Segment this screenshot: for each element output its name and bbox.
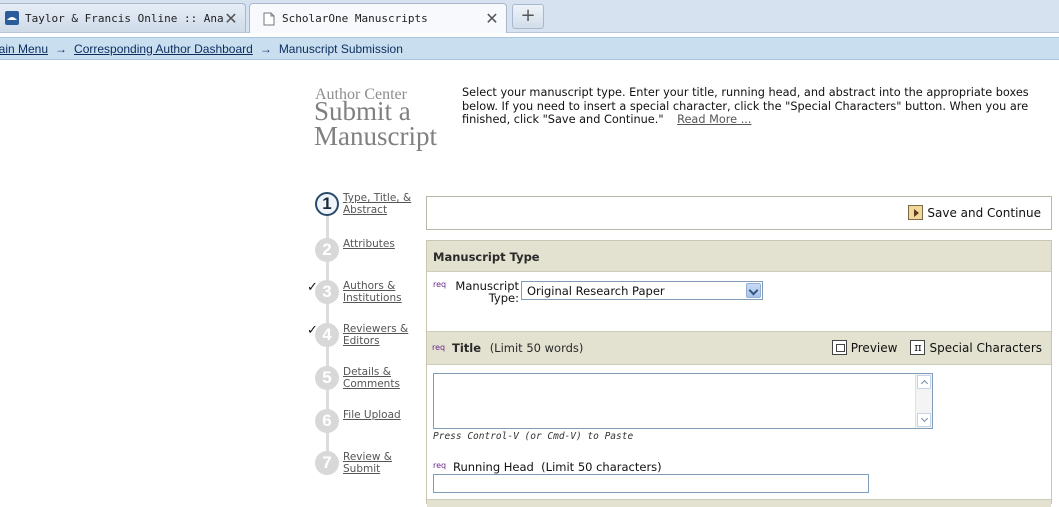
step-label[interactable]: File Upload bbox=[343, 409, 415, 421]
new-tab-button[interactable]: + bbox=[512, 4, 544, 29]
running-head-input[interactable] bbox=[433, 474, 869, 493]
step-label[interactable]: Review & Submit bbox=[343, 451, 415, 475]
manuscript-type-row: req Manuscript Type: Original Research P… bbox=[433, 279, 763, 310]
breadcrumb-separator: → bbox=[259, 41, 272, 56]
browser-tab-strip: Taylor & Francis Online :: Anal... ✕ Sch… bbox=[0, 0, 1059, 33]
step-6[interactable]: 6 File Upload bbox=[305, 405, 420, 435]
step-4[interactable]: ✓ 4 Reviewers & Editors bbox=[305, 319, 420, 349]
scroll-up-icon[interactable] bbox=[917, 375, 931, 389]
step-7[interactable]: 7 Review & Submit bbox=[305, 447, 420, 477]
required-tag: req bbox=[433, 461, 447, 470]
step-number: 2 bbox=[315, 238, 339, 262]
step-number: 6 bbox=[315, 409, 339, 433]
browser-tab-scholarone[interactable]: ScholarOne Manuscripts ✕ bbox=[249, 3, 507, 33]
title-label: Title bbox=[452, 341, 482, 355]
save-bar: Save and Continue bbox=[426, 196, 1052, 230]
save-and-continue-button[interactable]: Save and Continue bbox=[908, 205, 1041, 220]
step-number: 5 bbox=[315, 366, 339, 390]
manuscript-type-select[interactable]: Original Research Paper bbox=[521, 281, 763, 300]
panel-footer-band bbox=[427, 499, 1051, 507]
title-section-header: req Title (Limit 50 words) Preview π Spe… bbox=[427, 331, 1051, 365]
step-number: 3 bbox=[315, 280, 339, 304]
required-tag: req bbox=[433, 280, 447, 289]
preview-button[interactable]: Preview bbox=[851, 341, 898, 355]
step-2[interactable]: 2 Attributes bbox=[305, 234, 420, 264]
title-textarea[interactable] bbox=[433, 373, 933, 429]
breadcrumb: lain Menu → Corresponding Author Dashboa… bbox=[0, 37, 1059, 60]
required-tag: req bbox=[432, 343, 446, 352]
submission-steps: 1 Type, Title, & Abstract 2 Attributes ✓… bbox=[305, 188, 420, 488]
step-number: 7 bbox=[315, 451, 339, 475]
step-label[interactable]: Type, Title, & Abstract bbox=[343, 192, 415, 216]
step-5[interactable]: 5 Details & Comments bbox=[305, 362, 420, 392]
special-characters-icon[interactable]: π bbox=[910, 340, 926, 355]
step-number: 4 bbox=[315, 323, 339, 347]
running-head-limit: (Limit 50 characters) bbox=[541, 460, 662, 474]
title-limit: (Limit 50 words) bbox=[489, 341, 584, 355]
step-label[interactable]: Details & Comments bbox=[343, 366, 415, 390]
title-heading: Title (Limit 50 words) bbox=[452, 341, 583, 355]
preview-icon[interactable] bbox=[831, 340, 847, 355]
step-number: 1 bbox=[315, 192, 339, 216]
tab-label: ScholarOne Manuscripts bbox=[282, 12, 428, 25]
section-title: Manuscript Type bbox=[427, 241, 1051, 272]
scroll-down-icon[interactable] bbox=[917, 413, 931, 427]
page-icon bbox=[263, 12, 275, 25]
paste-hint: Press Control-V (or Cmd-V) to Paste bbox=[433, 431, 634, 442]
play-icon bbox=[908, 205, 924, 220]
tab-label: Taylor & Francis Online :: Anal... bbox=[25, 11, 223, 25]
title-actions: Preview π Special Characters bbox=[831, 340, 1042, 355]
manuscript-type-label: Manuscript Type: bbox=[455, 279, 519, 305]
running-head-name: Running Head bbox=[453, 460, 534, 474]
manuscript-type-value: Original Research Paper bbox=[527, 284, 665, 298]
manuscript-form-panel: Manuscript Type req Manuscript Type: Ori… bbox=[426, 240, 1052, 507]
breadcrumb-main-menu[interactable]: lain Menu bbox=[0, 42, 48, 56]
taylor-francis-favicon-icon bbox=[5, 11, 19, 25]
textarea-scrollbar[interactable] bbox=[915, 374, 932, 428]
chevron-down-icon[interactable] bbox=[746, 283, 761, 298]
running-head-label: Running Head (Limit 50 characters) bbox=[453, 460, 662, 474]
breadcrumb-separator: → bbox=[55, 41, 68, 56]
save-and-continue-label: Save and Continue bbox=[927, 205, 1041, 220]
close-icon[interactable]: ✕ bbox=[223, 9, 239, 28]
breadcrumb-author-dashboard[interactable]: Corresponding Author Dashboard bbox=[74, 42, 253, 56]
special-characters-button[interactable]: Special Characters bbox=[929, 341, 1042, 355]
read-more-link[interactable]: Read More ... bbox=[677, 113, 751, 126]
instructions: Select your manuscript type. Enter your … bbox=[462, 86, 1052, 127]
close-icon[interactable]: ✕ bbox=[484, 9, 500, 28]
step-1[interactable]: 1 Type, Title, & Abstract bbox=[305, 188, 420, 218]
step-label[interactable]: Authors & Institutions bbox=[343, 280, 415, 304]
page-title: Submit a Manuscript bbox=[314, 96, 437, 151]
step-label[interactable]: Reviewers & Editors bbox=[343, 323, 415, 347]
browser-tab-taylor-francis[interactable]: Taylor & Francis Online :: Anal... ✕ bbox=[0, 3, 246, 32]
breadcrumb-current: Manuscript Submission bbox=[278, 41, 403, 56]
step-3[interactable]: ✓ 3 Authors & Institutions bbox=[305, 276, 420, 306]
step-label[interactable]: Attributes bbox=[343, 238, 415, 250]
